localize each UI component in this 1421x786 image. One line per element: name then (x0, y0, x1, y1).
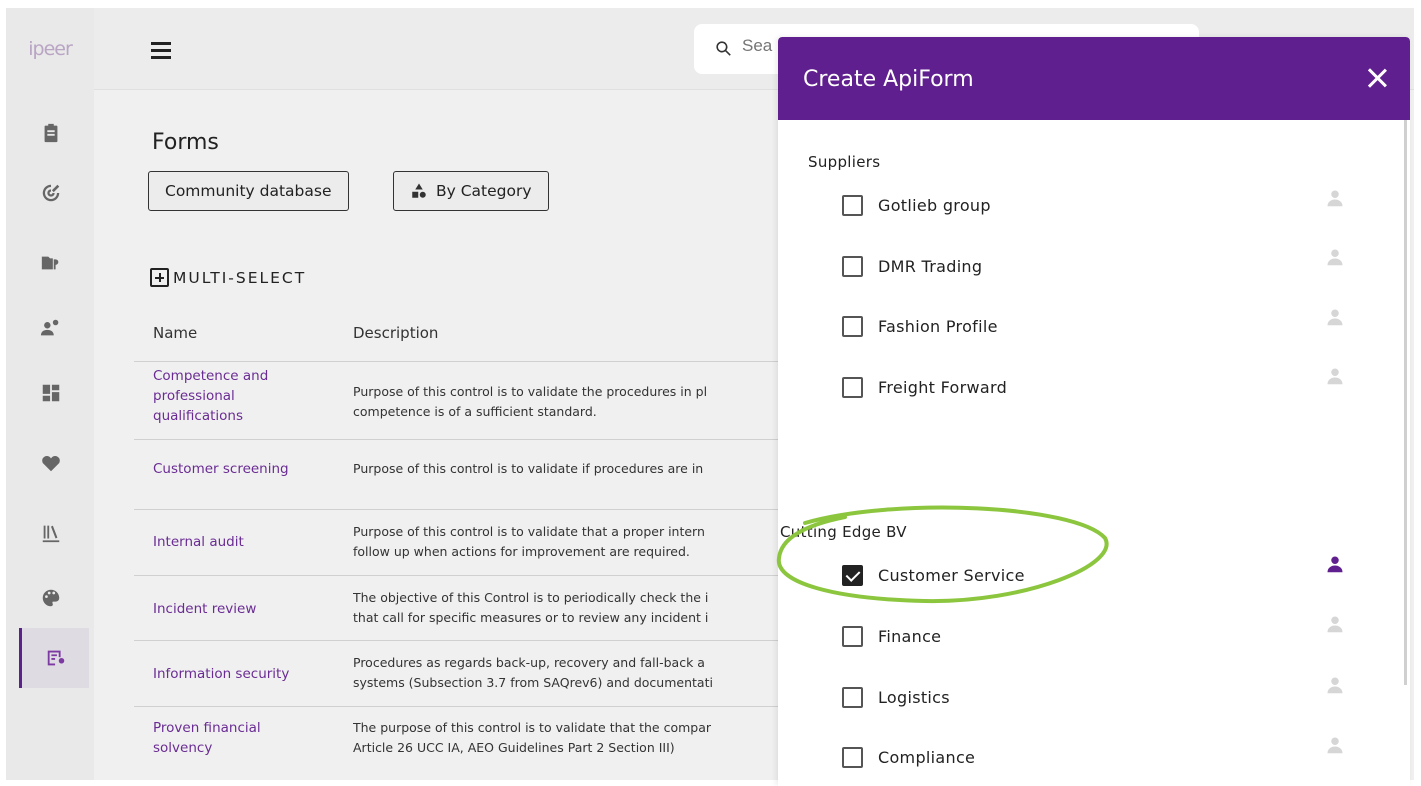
dialog-scrollbar[interactable] (1404, 120, 1407, 685)
checkbox[interactable] (842, 687, 863, 708)
heart-alert-icon[interactable] (16, 433, 86, 493)
chip-label: Community database (165, 182, 332, 200)
person-icon[interactable] (1326, 189, 1344, 207)
person-icon[interactable] (1326, 248, 1344, 266)
description-line: Article 26 UCC IA, AEO Guidelines Part 2… (353, 740, 675, 755)
form-description: Purpose of this control is to validate t… (353, 382, 783, 422)
category-shapes-icon (412, 183, 426, 198)
table-row[interactable]: Customer screening Purpose of this contr… (134, 439, 794, 509)
clipboard-icon[interactable] (16, 103, 86, 163)
description-line: The objective of this Control is to peri… (353, 590, 709, 605)
option-label: Compliance (878, 748, 976, 767)
dialog-header: Create ApiForm (778, 37, 1410, 120)
left-nav-rail: ipeer (6, 8, 94, 780)
checkbox[interactable] (842, 377, 863, 398)
person-icon[interactable] (1326, 308, 1344, 326)
by-category-chip[interactable]: By Category (393, 171, 549, 211)
users-gear-icon[interactable] (16, 298, 86, 358)
table-row[interactable]: Incident review The objective of this Co… (134, 575, 794, 640)
person-icon[interactable] (1326, 736, 1344, 754)
checkbox[interactable] (842, 195, 863, 216)
palette-icon[interactable] (16, 568, 86, 628)
description-line: competence is of a sufficient standard. (353, 404, 597, 419)
checkbox-option[interactable]: Customer Service (842, 565, 1025, 586)
table-row[interactable]: Competence and professional qualificatio… (134, 361, 794, 439)
option-label: Customer Service (878, 566, 1025, 585)
form-description: The objective of this Control is to peri… (353, 588, 783, 628)
option-label: DMR Trading (878, 257, 983, 276)
person-icon[interactable] (1326, 615, 1344, 633)
form-name-link[interactable]: Customer screening (153, 459, 323, 479)
form-name-link[interactable]: Proven financial solvency (153, 718, 323, 758)
form-description: Purpose of this control is to validate t… (353, 522, 783, 562)
page-title: Forms (152, 130, 219, 155)
option-label: Fashion Profile (878, 317, 998, 336)
dialog-title: Create ApiForm (803, 67, 974, 92)
checkbox-option[interactable]: Compliance (842, 747, 975, 768)
checkbox[interactable] (842, 256, 863, 277)
description-line: Procedures as regards back-up, recovery … (353, 655, 705, 670)
option-label: Gotlieb group (878, 196, 991, 215)
add-box-icon (150, 268, 169, 287)
dashboard-icon[interactable] (16, 363, 86, 423)
create-apiform-dialog: Create ApiForm Suppliers Gotlieb group D… (778, 37, 1410, 786)
group-label-suppliers: Suppliers (808, 153, 881, 171)
table-row[interactable]: Internal audit Purpose of this control i… (134, 509, 794, 575)
option-label: Logistics (878, 688, 950, 707)
checkbox-option[interactable]: Fashion Profile (842, 316, 998, 337)
form-name-link[interactable]: Information security (153, 664, 323, 684)
description-line: The purpose of this control is to valida… (353, 720, 712, 735)
multi-select-button[interactable]: MULTI-SELECT (150, 268, 306, 287)
description-line: Purpose of this control is to validate t… (353, 384, 708, 399)
form-description: Procedures as regards back-up, recovery … (353, 653, 783, 693)
person-icon[interactable] (1326, 555, 1344, 573)
community-database-chip[interactable]: Community database (148, 171, 349, 211)
close-icon[interactable] (1366, 67, 1388, 89)
description-line: systems (Subsection 3.7 from SAQrev6) an… (353, 675, 713, 690)
person-icon[interactable] (1326, 367, 1344, 385)
checkbox-checked[interactable] (842, 565, 863, 586)
description-line: follow up when actions for improvement a… (353, 544, 690, 559)
form-settings-icon[interactable] (19, 628, 89, 688)
chip-label: By Category (436, 182, 532, 200)
search-icon (716, 41, 731, 56)
app-logo[interactable]: ipeer (6, 38, 94, 60)
description-line: that call for specific measures or to re… (353, 610, 709, 625)
menu-icon[interactable] (151, 42, 171, 59)
checkbox-option[interactable]: Finance (842, 626, 941, 647)
target-icon[interactable] (16, 163, 86, 223)
checkbox-option[interactable]: Logistics (842, 687, 950, 708)
checkbox-option[interactable]: DMR Trading (842, 256, 982, 277)
checkbox-option[interactable]: Freight Forward (842, 377, 1007, 398)
option-label: Finance (878, 627, 942, 646)
form-name-link[interactable]: Competence and professional qualificatio… (153, 366, 323, 426)
description-line: Purpose of this control is to validate t… (353, 524, 705, 539)
description-line: Purpose of this control is to validate i… (353, 461, 704, 476)
column-header-description[interactable]: Description (353, 324, 438, 342)
form-name-link[interactable]: Internal audit (153, 532, 323, 552)
library-icon[interactable] (16, 503, 86, 563)
column-header-name[interactable]: Name (153, 324, 197, 342)
checkbox[interactable] (842, 626, 863, 647)
folder-share-icon[interactable] (16, 233, 86, 293)
multi-select-label: MULTI-SELECT (173, 268, 307, 287)
form-description: Purpose of this control is to validate i… (353, 459, 783, 479)
table-row[interactable]: Information security Procedures as regar… (134, 640, 794, 706)
checkbox-option[interactable]: Gotlieb group (842, 195, 991, 216)
form-name-link[interactable]: Incident review (153, 599, 323, 619)
option-label: Freight Forward (878, 378, 1008, 397)
group-label-cutting-edge: Cutting Edge BV (780, 523, 907, 541)
form-description: The purpose of this control is to valida… (353, 718, 783, 758)
checkbox[interactable] (842, 747, 863, 768)
person-icon[interactable] (1326, 676, 1344, 694)
table-row[interactable]: Proven financial solvency The purpose of… (134, 706, 794, 780)
checkbox[interactable] (842, 316, 863, 337)
